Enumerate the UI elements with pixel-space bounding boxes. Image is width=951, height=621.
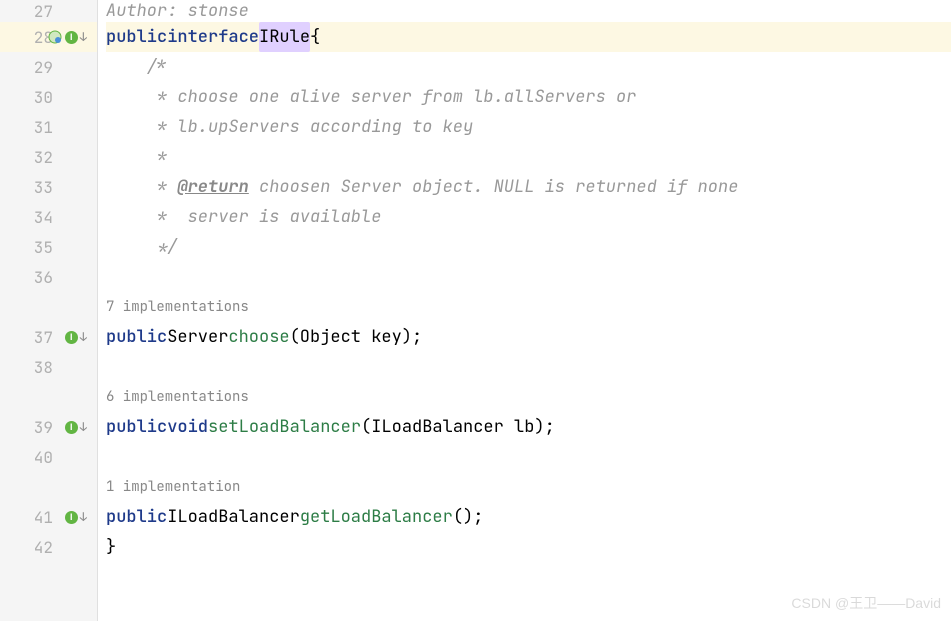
line-number: 37 [23, 327, 53, 348]
code-row[interactable]: public Server choose(Object key); [106, 322, 951, 352]
line-number: 32 [23, 147, 53, 168]
code-row[interactable]: * @return choosen Server object. NULL is… [106, 172, 951, 202]
params: (); [453, 502, 484, 532]
editor-gutter: 27 28 I ↓ 29 30 31 32 33 34 35 36 37 I [0, 0, 98, 621]
implemented-icon: I [65, 511, 78, 524]
keyword: void [167, 412, 208, 442]
comment-text: /* [106, 52, 167, 82]
inlay-hint-row[interactable]: 6 implementations [106, 382, 951, 412]
inlay-hint-row[interactable]: 7 implementations [106, 292, 951, 322]
gutter-row: 31 [0, 112, 97, 142]
comment-text: * lb.upServers according to key [106, 112, 473, 142]
gutter-row: 40 [0, 442, 97, 472]
line-number: 35 [23, 237, 53, 258]
keyword: public [106, 502, 167, 532]
gutter-row: 34 [0, 202, 97, 232]
code-row[interactable]: public ILoadBalancer getLoadBalancer(); [106, 502, 951, 532]
gutter-row: 39 I ↓ [0, 412, 97, 442]
code-row[interactable] [106, 442, 951, 472]
implemented-icon: I [65, 421, 78, 434]
code-row[interactable] [106, 352, 951, 382]
gutter-row-inlay [0, 292, 97, 322]
line-number: 40 [23, 447, 53, 468]
code-row[interactable]: public interface IRule{ [106, 22, 951, 52]
line-number: 34 [23, 207, 53, 228]
line-number: 42 [23, 537, 53, 558]
line-number: 31 [23, 117, 53, 138]
method-name: setLoadBalancer [208, 412, 361, 442]
code-content[interactable]: Author: stonse public interface IRule{ /… [98, 0, 951, 621]
code-row[interactable]: } [106, 532, 951, 562]
class-icon [48, 30, 62, 44]
gutter-row-inlay [0, 382, 97, 412]
down-arrow-icon: ↓ [80, 511, 87, 523]
line-number: 38 [23, 357, 53, 378]
comment-text: * [106, 142, 177, 172]
javadoc-tag: @return [177, 172, 248, 202]
keyword: public [106, 412, 167, 442]
brace: { [310, 22, 320, 52]
gutter-row: 42 [0, 532, 97, 562]
line-number: 27 [23, 1, 53, 22]
gutter-icon-group[interactable]: I ↓ [65, 421, 87, 434]
gutter-row: 27 [0, 0, 97, 22]
gutter-row: 30 [0, 82, 97, 112]
code-row[interactable]: Author: stonse [106, 0, 951, 22]
implementations-hint[interactable]: 1 implementation [106, 472, 240, 502]
code-row[interactable]: public void setLoadBalancer(ILoadBalance… [106, 412, 951, 442]
gutter-row: 36 [0, 262, 97, 292]
comment-text: * server is available [106, 202, 381, 232]
code-row[interactable]: */ [106, 232, 951, 262]
line-number: 36 [23, 267, 53, 288]
code-row[interactable] [106, 262, 951, 292]
gutter-icon-group[interactable]: I ↓ [65, 331, 87, 344]
keyword: public [106, 22, 167, 52]
implementations-hint[interactable]: 6 implementations [106, 382, 249, 412]
gutter-row: 38 [0, 352, 97, 382]
implemented-icon: I [65, 331, 78, 344]
params: (ILoadBalancer lb); [361, 412, 555, 442]
type-name: IRule [259, 22, 310, 52]
code-editor[interactable]: 27 28 I ↓ 29 30 31 32 33 34 35 36 37 I [0, 0, 951, 621]
code-row[interactable]: /* [106, 52, 951, 82]
type-name: ILoadBalancer [167, 502, 300, 532]
comment-text: choosen Server object. NULL is returned … [249, 172, 739, 202]
keyword: public [106, 322, 167, 352]
gutter-row: 29 [0, 52, 97, 82]
gutter-row: 41 I ↓ [0, 502, 97, 532]
keyword: interface [167, 22, 259, 52]
implemented-icon: I [65, 31, 78, 44]
gutter-row: 33 [0, 172, 97, 202]
line-number: 41 [23, 507, 53, 528]
gutter-row-inlay [0, 472, 97, 502]
gutter-row: 32 [0, 142, 97, 172]
code-row[interactable]: * [106, 142, 951, 172]
line-number: 29 [23, 57, 53, 78]
gutter-icon-group[interactable]: I ↓ [48, 30, 87, 44]
line-number: 39 [23, 417, 53, 438]
params: (Object key); [290, 322, 423, 352]
gutter-row: 35 [0, 232, 97, 262]
code-row[interactable]: * choose one alive server from lb.allSer… [106, 82, 951, 112]
brace: } [106, 532, 116, 562]
gutter-icon-group[interactable]: I ↓ [65, 511, 87, 524]
code-row[interactable]: * lb.upServers according to key [106, 112, 951, 142]
implementations-hint[interactable]: 7 implementations [106, 292, 249, 322]
comment-text: * [106, 172, 177, 202]
code-row[interactable]: * server is available [106, 202, 951, 232]
down-arrow-icon: ↓ [80, 31, 87, 43]
line-number: 33 [23, 177, 53, 198]
down-arrow-icon: ↓ [80, 331, 87, 343]
method-name: choose [228, 322, 289, 352]
gutter-row: 37 I ↓ [0, 322, 97, 352]
type-name: Server [167, 322, 228, 352]
down-arrow-icon: ↓ [80, 421, 87, 433]
comment-text: */ [106, 232, 177, 262]
line-number: 30 [23, 87, 53, 108]
comment-text: * choose one alive server from lb.allSer… [106, 82, 636, 112]
inlay-hint-row[interactable]: 1 implementation [106, 472, 951, 502]
method-name: getLoadBalancer [300, 502, 453, 532]
gutter-row: 28 I ↓ [0, 22, 97, 52]
